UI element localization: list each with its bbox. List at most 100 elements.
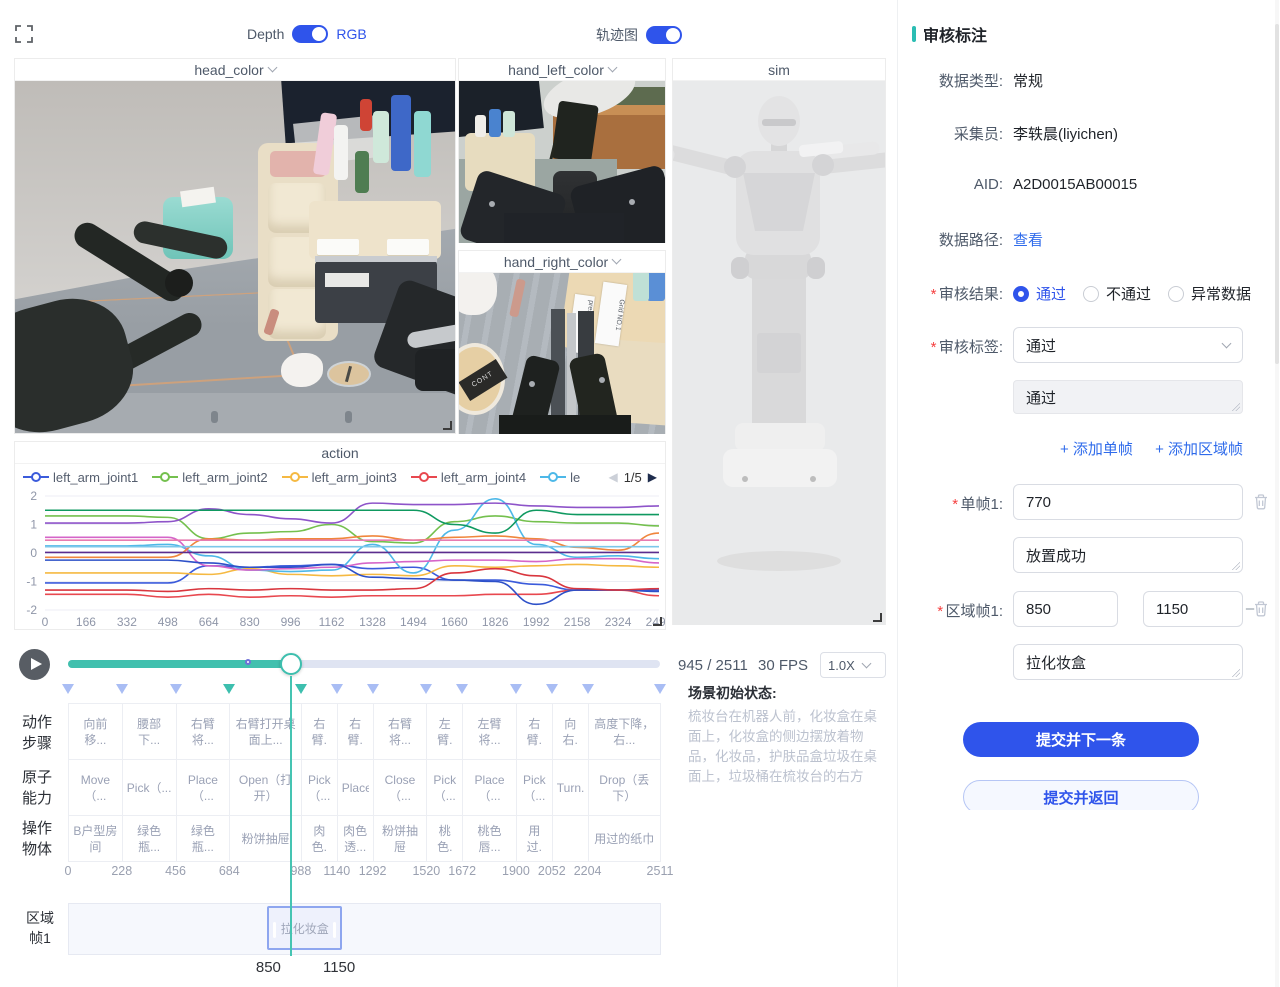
- step-marker[interactable]: [367, 684, 379, 694]
- step-marker[interactable]: [62, 684, 74, 694]
- scrollbar-track: [1275, 0, 1279, 987]
- resize-handle-icon[interactable]: [873, 613, 882, 622]
- submit-back-button[interactable]: 提交并返回: [963, 780, 1199, 810]
- textarea-resize-icon[interactable]: [1232, 403, 1240, 411]
- submit-next-button[interactable]: 提交并下一条: [963, 722, 1199, 757]
- legend-item-left_arm_joint2[interactable]: left_arm_joint2: [152, 470, 267, 485]
- hand-right-camera-title[interactable]: hand_right_color: [459, 251, 665, 273]
- svg-text:664: 664: [199, 615, 219, 629]
- trajectory-toggle[interactable]: [646, 26, 682, 44]
- play-button[interactable]: [19, 649, 50, 680]
- step-cell-skill: Place..: [337, 759, 374, 816]
- single-frame-input[interactable]: 770: [1013, 484, 1243, 520]
- legend-prev-icon[interactable]: ◀: [608, 470, 617, 484]
- step-marker[interactable]: [510, 684, 522, 694]
- region-end-input[interactable]: 1150: [1143, 591, 1243, 627]
- step-marker[interactable]: [654, 684, 666, 694]
- chevron-down-icon: [861, 658, 871, 668]
- legend-next-icon[interactable]: ▶: [648, 470, 657, 484]
- step-cell-step: 向右.: [552, 703, 589, 760]
- required-star: *: [937, 603, 943, 620]
- add-region-frame-link[interactable]: + 添加区域帧: [1155, 441, 1243, 458]
- frame-counter: 945 / 2511: [678, 657, 748, 674]
- step-marker[interactable]: [170, 684, 182, 694]
- field-aid: AID: A2D0015AB00015: [898, 176, 1280, 193]
- step-marker[interactable]: [223, 684, 235, 694]
- required-star: *: [952, 496, 958, 513]
- data-path-label: 数据路径:: [898, 229, 1003, 250]
- legend-item-left_arm_joint1[interactable]: left_arm_joint1: [23, 470, 138, 485]
- region-left-handle[interactable]: [273, 922, 276, 938]
- depth-rgb-toggle[interactable]: [292, 25, 328, 43]
- frame-axis-number: 228: [100, 864, 144, 878]
- resize-handle-icon[interactable]: [443, 421, 452, 430]
- region-track-label: 区域帧1: [22, 908, 58, 948]
- step-cell-object: 桃色唇...: [462, 815, 517, 862]
- single-frame-label: 单帧1:: [960, 496, 1003, 513]
- speed-value: 1.0X: [828, 658, 855, 673]
- playback-slider-handle[interactable]: [280, 653, 302, 675]
- speed-select[interactable]: 1.0X: [820, 652, 886, 678]
- scrollbar-thumb[interactable]: [1275, 24, 1279, 364]
- legend-item-left_arm_joint4[interactable]: left_arm_joint4: [411, 470, 526, 485]
- radio-abnormal[interactable]: 异常数据: [1168, 283, 1251, 304]
- svg-text:166: 166: [76, 615, 96, 629]
- region-start-input[interactable]: 850: [1013, 591, 1118, 627]
- textarea-resize-icon[interactable]: [1232, 562, 1240, 570]
- step-cell-skill: Pick（...: [516, 759, 553, 816]
- action-chart-title-text: action: [321, 445, 358, 461]
- step-marker[interactable]: [331, 684, 343, 694]
- step-cell-step: 向前移...: [68, 703, 123, 760]
- trash-icon[interactable]: [1253, 600, 1269, 617]
- step-marker[interactable]: [295, 684, 307, 694]
- scene-initial-state: 场景初始状态: 梳妆台在机器人前，化妆盒在桌面上，化妆盒的侧边摆放着物品，化妆品…: [688, 683, 890, 787]
- step-marker[interactable]: [420, 684, 432, 694]
- legend-item-left_arm_joint3[interactable]: left_arm_joint3: [282, 470, 397, 485]
- trash-icon[interactable]: [1253, 493, 1269, 510]
- frame-axis-number: 1292: [351, 864, 395, 878]
- radio-dot-icon: [1168, 286, 1184, 302]
- svg-text:1328: 1328: [359, 615, 386, 629]
- data-path-view-link[interactable]: 查看: [1013, 229, 1043, 250]
- chart-legend: left_arm_joint1 left_arm_joint2 left_arm…: [15, 464, 665, 490]
- frame-axis-number: 2204: [566, 864, 610, 878]
- step-cell-step: 右臂.: [337, 703, 374, 760]
- resize-handle-icon[interactable]: [653, 617, 662, 626]
- step-marker[interactable]: [546, 684, 558, 694]
- add-single-frame-link[interactable]: + 添加单帧: [1060, 441, 1133, 458]
- step-marker[interactable]: [456, 684, 468, 694]
- step-cell-step: 右臂.: [301, 703, 338, 760]
- textarea-resize-icon[interactable]: [1232, 669, 1240, 677]
- data-type-label: 数据类型:: [898, 70, 1003, 91]
- single-frame-note-textarea[interactable]: 放置成功: [1013, 537, 1243, 573]
- trajectory-toggle-group: 轨迹图: [596, 25, 682, 45]
- playback-slider[interactable]: [68, 660, 660, 668]
- legend-pager: ◀ 1/5 ▶: [608, 470, 657, 485]
- region-note-textarea[interactable]: 拉化妆盒: [1013, 644, 1243, 680]
- region-frame-box[interactable]: 拉化妆盒: [267, 906, 342, 950]
- legend-marker-icon: [23, 472, 49, 482]
- fullscreen-icon[interactable]: [14, 24, 34, 44]
- radio-pass[interactable]: 通过: [1013, 283, 1066, 304]
- review-tag-note-textarea[interactable]: 通过: [1013, 380, 1243, 414]
- head-camera-title[interactable]: head_color: [15, 59, 455, 81]
- svg-text:0: 0: [42, 615, 49, 629]
- region-end-number: 1150: [314, 959, 364, 976]
- review-tag-select[interactable]: 通过: [1013, 327, 1243, 363]
- radio-dot-icon: [1013, 286, 1029, 302]
- sim-panel: sim: [672, 58, 886, 625]
- svg-text:1992: 1992: [523, 615, 550, 629]
- radio-abnormal-label: 异常数据: [1191, 283, 1251, 304]
- main-area: Depth RGB 轨迹图 head_color: [0, 0, 897, 987]
- legend-item-le[interactable]: le: [540, 470, 580, 485]
- step-marker[interactable]: [116, 684, 128, 694]
- region-frame-track[interactable]: 拉化妆盒: [68, 903, 661, 955]
- region-right-handle[interactable]: [333, 922, 336, 938]
- step-cell-object: B户型房间: [68, 815, 123, 862]
- hand-left-camera-title[interactable]: hand_left_color: [459, 59, 665, 81]
- single-frame-marker-dot[interactable]: [245, 659, 251, 665]
- step-table: 向前移...Move（...B户型房间腰部下...Pick（...绿色瓶...右…: [68, 703, 661, 862]
- step-marker[interactable]: [582, 684, 594, 694]
- sim-robot-figure: [673, 81, 885, 625]
- radio-fail[interactable]: 不通过: [1083, 283, 1151, 304]
